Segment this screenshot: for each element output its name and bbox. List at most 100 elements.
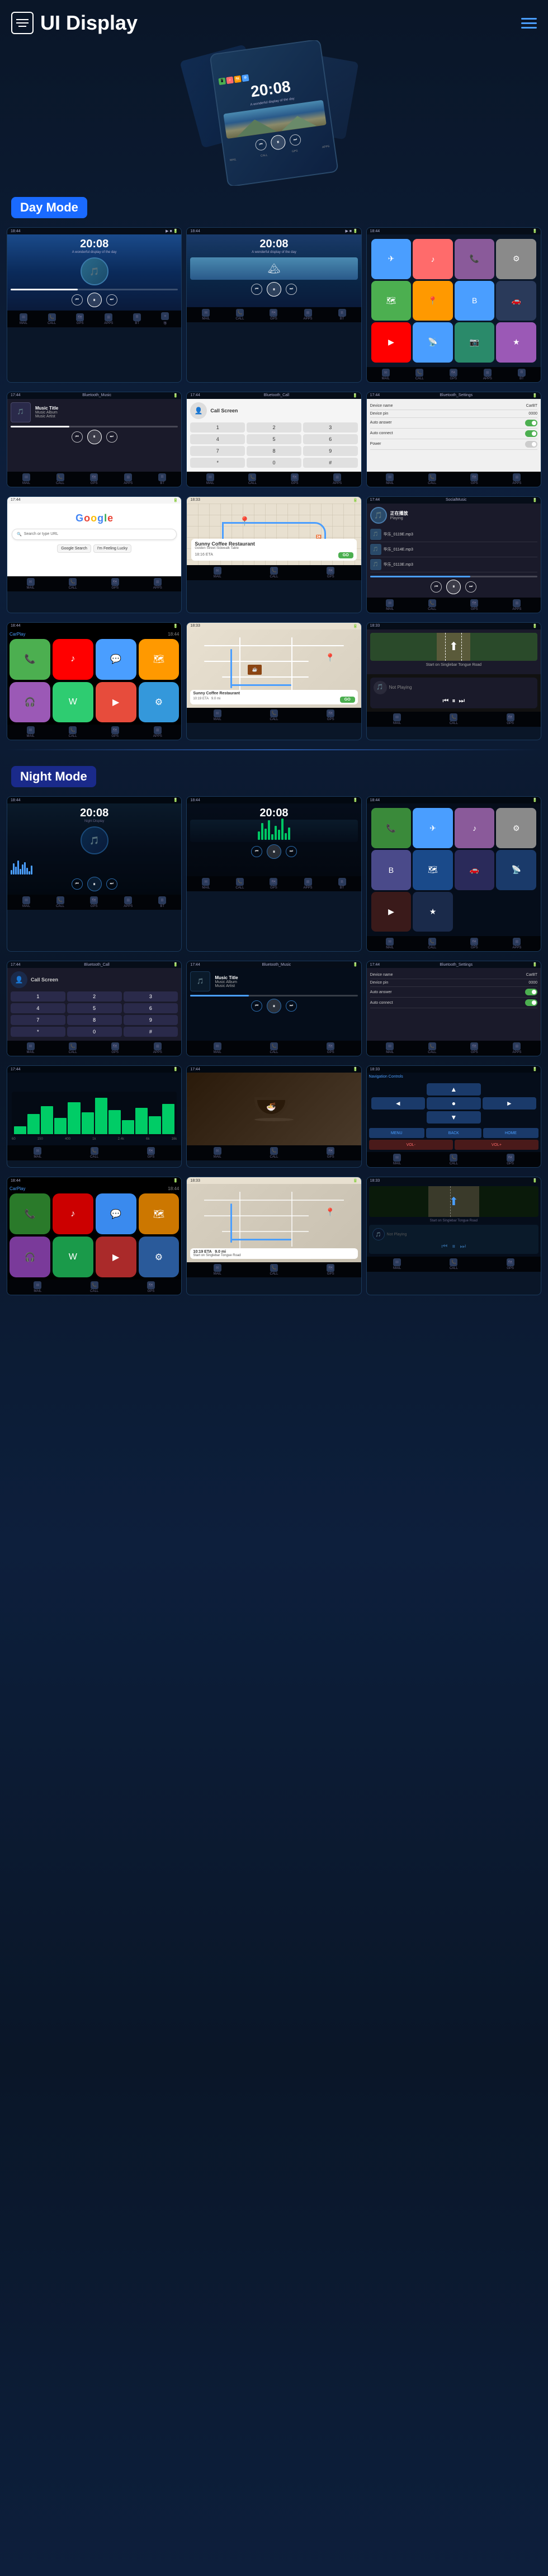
night-play-2[interactable]: ⏸ <box>267 844 281 859</box>
cp-maps[interactable]: 🗺 <box>139 639 179 680</box>
music-next-day[interactable]: ⏭ <box>106 431 117 443</box>
bb-call-2[interactable]: 📞CALL <box>235 309 244 321</box>
ndial-4[interactable]: 4 <box>11 1003 65 1013</box>
ndial-7[interactable]: 7 <box>11 1015 65 1025</box>
bb-mail-8[interactable]: ✉MAIL <box>214 567 221 579</box>
night-app-carplay[interactable]: 🚗 <box>455 850 495 890</box>
nbb-mail-9[interactable]: ✉MAIL <box>393 1154 401 1165</box>
bb-gps-3[interactable]: 🗺GPS <box>450 369 457 380</box>
music-prev-day[interactable]: ⏮ <box>72 431 83 443</box>
bb-apps-3[interactable]: ⊞APPS <box>483 369 492 380</box>
play-btn[interactable]: ⏸ <box>270 134 286 150</box>
bb-call-12[interactable]: 📞CALL <box>450 713 458 725</box>
google-search-bar[interactable]: 🔍 Search or type URL <box>12 529 177 540</box>
social-next[interactable]: ⏭ <box>465 581 476 593</box>
ncp-waze[interactable]: W <box>53 1237 93 1277</box>
dial-6[interactable]: 6 <box>303 434 358 444</box>
bb-call-6[interactable]: 📞CALL <box>428 473 436 485</box>
arrow-left[interactable]: ◄ <box>371 1097 425 1110</box>
maps-go-btn[interactable]: GO <box>338 552 353 558</box>
ndial-2[interactable]: 2 <box>67 991 122 1002</box>
app-maps[interactable]: 📍 <box>413 281 453 321</box>
night-play-1[interactable]: ⏸ <box>87 877 102 891</box>
night-music-next[interactable]: ⏭ <box>286 1000 297 1012</box>
nbb-gps-1[interactable]: 🗺GPS <box>90 896 98 908</box>
nbb-call-7[interactable]: 📞CALL <box>90 1147 98 1159</box>
night-next-1[interactable]: ⏭ <box>106 878 117 890</box>
dial-hash[interactable]: # <box>303 458 358 468</box>
bb-bt-2[interactable]: BBT <box>338 309 346 321</box>
next-btn[interactable]: ⏭ <box>289 133 302 146</box>
ndial-8[interactable]: 8 <box>67 1015 122 1025</box>
cp-messages[interactable]: 💬 <box>96 639 136 680</box>
bb-bt-3[interactable]: BBT <box>518 369 526 380</box>
night-np-next[interactable]: ⏭ <box>460 1242 466 1251</box>
night-auto-answer-toggle[interactable] <box>525 989 537 995</box>
nbb-call-11[interactable]: 📞CALL <box>270 1264 278 1276</box>
bb-call-11[interactable]: 📞CALL <box>270 709 278 721</box>
nbb-mail-6[interactable]: ✉MAIL <box>386 1042 394 1054</box>
np-next[interactable]: ⏭ <box>459 697 465 705</box>
nbb-mail-2[interactable]: ✉MAIL <box>202 878 210 890</box>
nbb-mail-8[interactable]: ✉MAIL <box>214 1147 221 1159</box>
nbb-gps-12[interactable]: 🗺GPS <box>507 1258 514 1270</box>
bb-mail-5[interactable]: ✉MAIL <box>206 473 214 485</box>
bb-apps-10[interactable]: ⊞APPS <box>153 726 162 738</box>
bb-bt-4[interactable]: BBT <box>158 473 166 485</box>
play-day1[interactable]: ⏸ <box>87 293 102 307</box>
bb-apps-7[interactable]: ⊞APPS <box>153 578 162 590</box>
bb-call-10[interactable]: 📞CALL <box>69 726 77 738</box>
nbb-gps-2[interactable]: 🗺GPS <box>270 878 277 890</box>
nbb-call-9[interactable]: 📞CALL <box>450 1154 458 1165</box>
nbb-bt-1[interactable]: BBT <box>158 896 166 908</box>
ndial-0[interactable]: 0 <box>67 1027 122 1037</box>
ctrl-menu[interactable]: MENU <box>369 1128 424 1138</box>
bb-gps-2[interactable]: 🗺GPS <box>270 309 277 321</box>
nbb-mail-3[interactable]: ✉MAIL <box>386 938 394 949</box>
app-camera[interactable]: 📷 <box>455 322 495 363</box>
arrow-up[interactable]: ▲ <box>427 1083 480 1096</box>
ctrl-home[interactable]: HOME <box>483 1128 538 1138</box>
dial-star[interactable]: * <box>190 458 245 468</box>
nbb-mail-12[interactable]: ✉MAIL <box>393 1258 401 1270</box>
app-waze[interactable]: 🗺 <box>371 281 412 321</box>
dial-1[interactable]: 1 <box>190 422 245 433</box>
ncp-youtube[interactable]: ▶ <box>96 1237 136 1277</box>
ncp-messages[interactable]: 💬 <box>96 1193 136 1234</box>
nbb-gps-7[interactable]: 🗺GPS <box>147 1147 155 1159</box>
ndial-star[interactable]: * <box>11 1027 65 1037</box>
bb-call-4[interactable]: 📞CALL <box>56 473 64 485</box>
cp-settings[interactable]: ⚙ <box>139 682 179 723</box>
google-search-btn[interactable]: Google Search <box>57 544 91 553</box>
bb-mail-11[interactable]: ✉MAIL <box>214 709 221 721</box>
night-app-maps[interactable]: 🗺 <box>413 850 453 890</box>
nbb-call-12[interactable]: 📞CALL <box>450 1258 458 1270</box>
bb-call-3[interactable]: 📞CALL <box>415 369 424 380</box>
ndial-hash[interactable]: # <box>124 1027 178 1037</box>
nbb-mail-11[interactable]: ✉MAIL <box>214 1264 221 1276</box>
bb-call-9[interactable]: 📞CALL <box>428 599 436 611</box>
nbb-call-3[interactable]: 📞CALL <box>428 938 436 949</box>
night-np-play[interactable]: ⏸ <box>452 1242 455 1251</box>
night-np-prev[interactable]: ⏮ <box>442 1242 448 1251</box>
prev-day2[interactable]: ⏮ <box>251 284 262 295</box>
nbb-call-6[interactable]: 📞CALL <box>428 1042 436 1054</box>
bb-gps-7[interactable]: 🗺GPS <box>111 578 119 590</box>
bb-call-7[interactable]: 📞CALL <box>69 578 77 590</box>
social-play[interactable]: ⏸ <box>446 580 461 594</box>
dial-0[interactable]: 0 <box>247 458 301 468</box>
nbb-mail-5[interactable]: ✉MAIL <box>214 1042 221 1054</box>
bb-gps-11[interactable]: 🗺GPS <box>327 709 334 721</box>
nbb-gps-4[interactable]: 🗺GPS <box>111 1042 119 1054</box>
bb-call[interactable]: 📞CALL <box>48 313 56 325</box>
cp-youtube[interactable]: ▶ <box>96 682 136 723</box>
np-play[interactable]: ⏸ <box>452 697 455 705</box>
google-lucky-btn[interactable]: I'm Feeling Lucky <box>93 544 131 553</box>
song-1[interactable]: 🎵 华乐_0119E.mp3 <box>370 527 537 542</box>
app-settings[interactable]: ⚙ <box>496 239 536 279</box>
night-prev-2[interactable]: ⏮ <box>251 846 262 857</box>
bb-mail-12[interactable]: ✉MAIL <box>393 713 401 725</box>
dial-2[interactable]: 2 <box>247 422 301 433</box>
nbb-gps-11[interactable]: 🗺GPS <box>327 1264 334 1276</box>
nbb-apps-4[interactable]: ⊞APPS <box>153 1042 162 1054</box>
